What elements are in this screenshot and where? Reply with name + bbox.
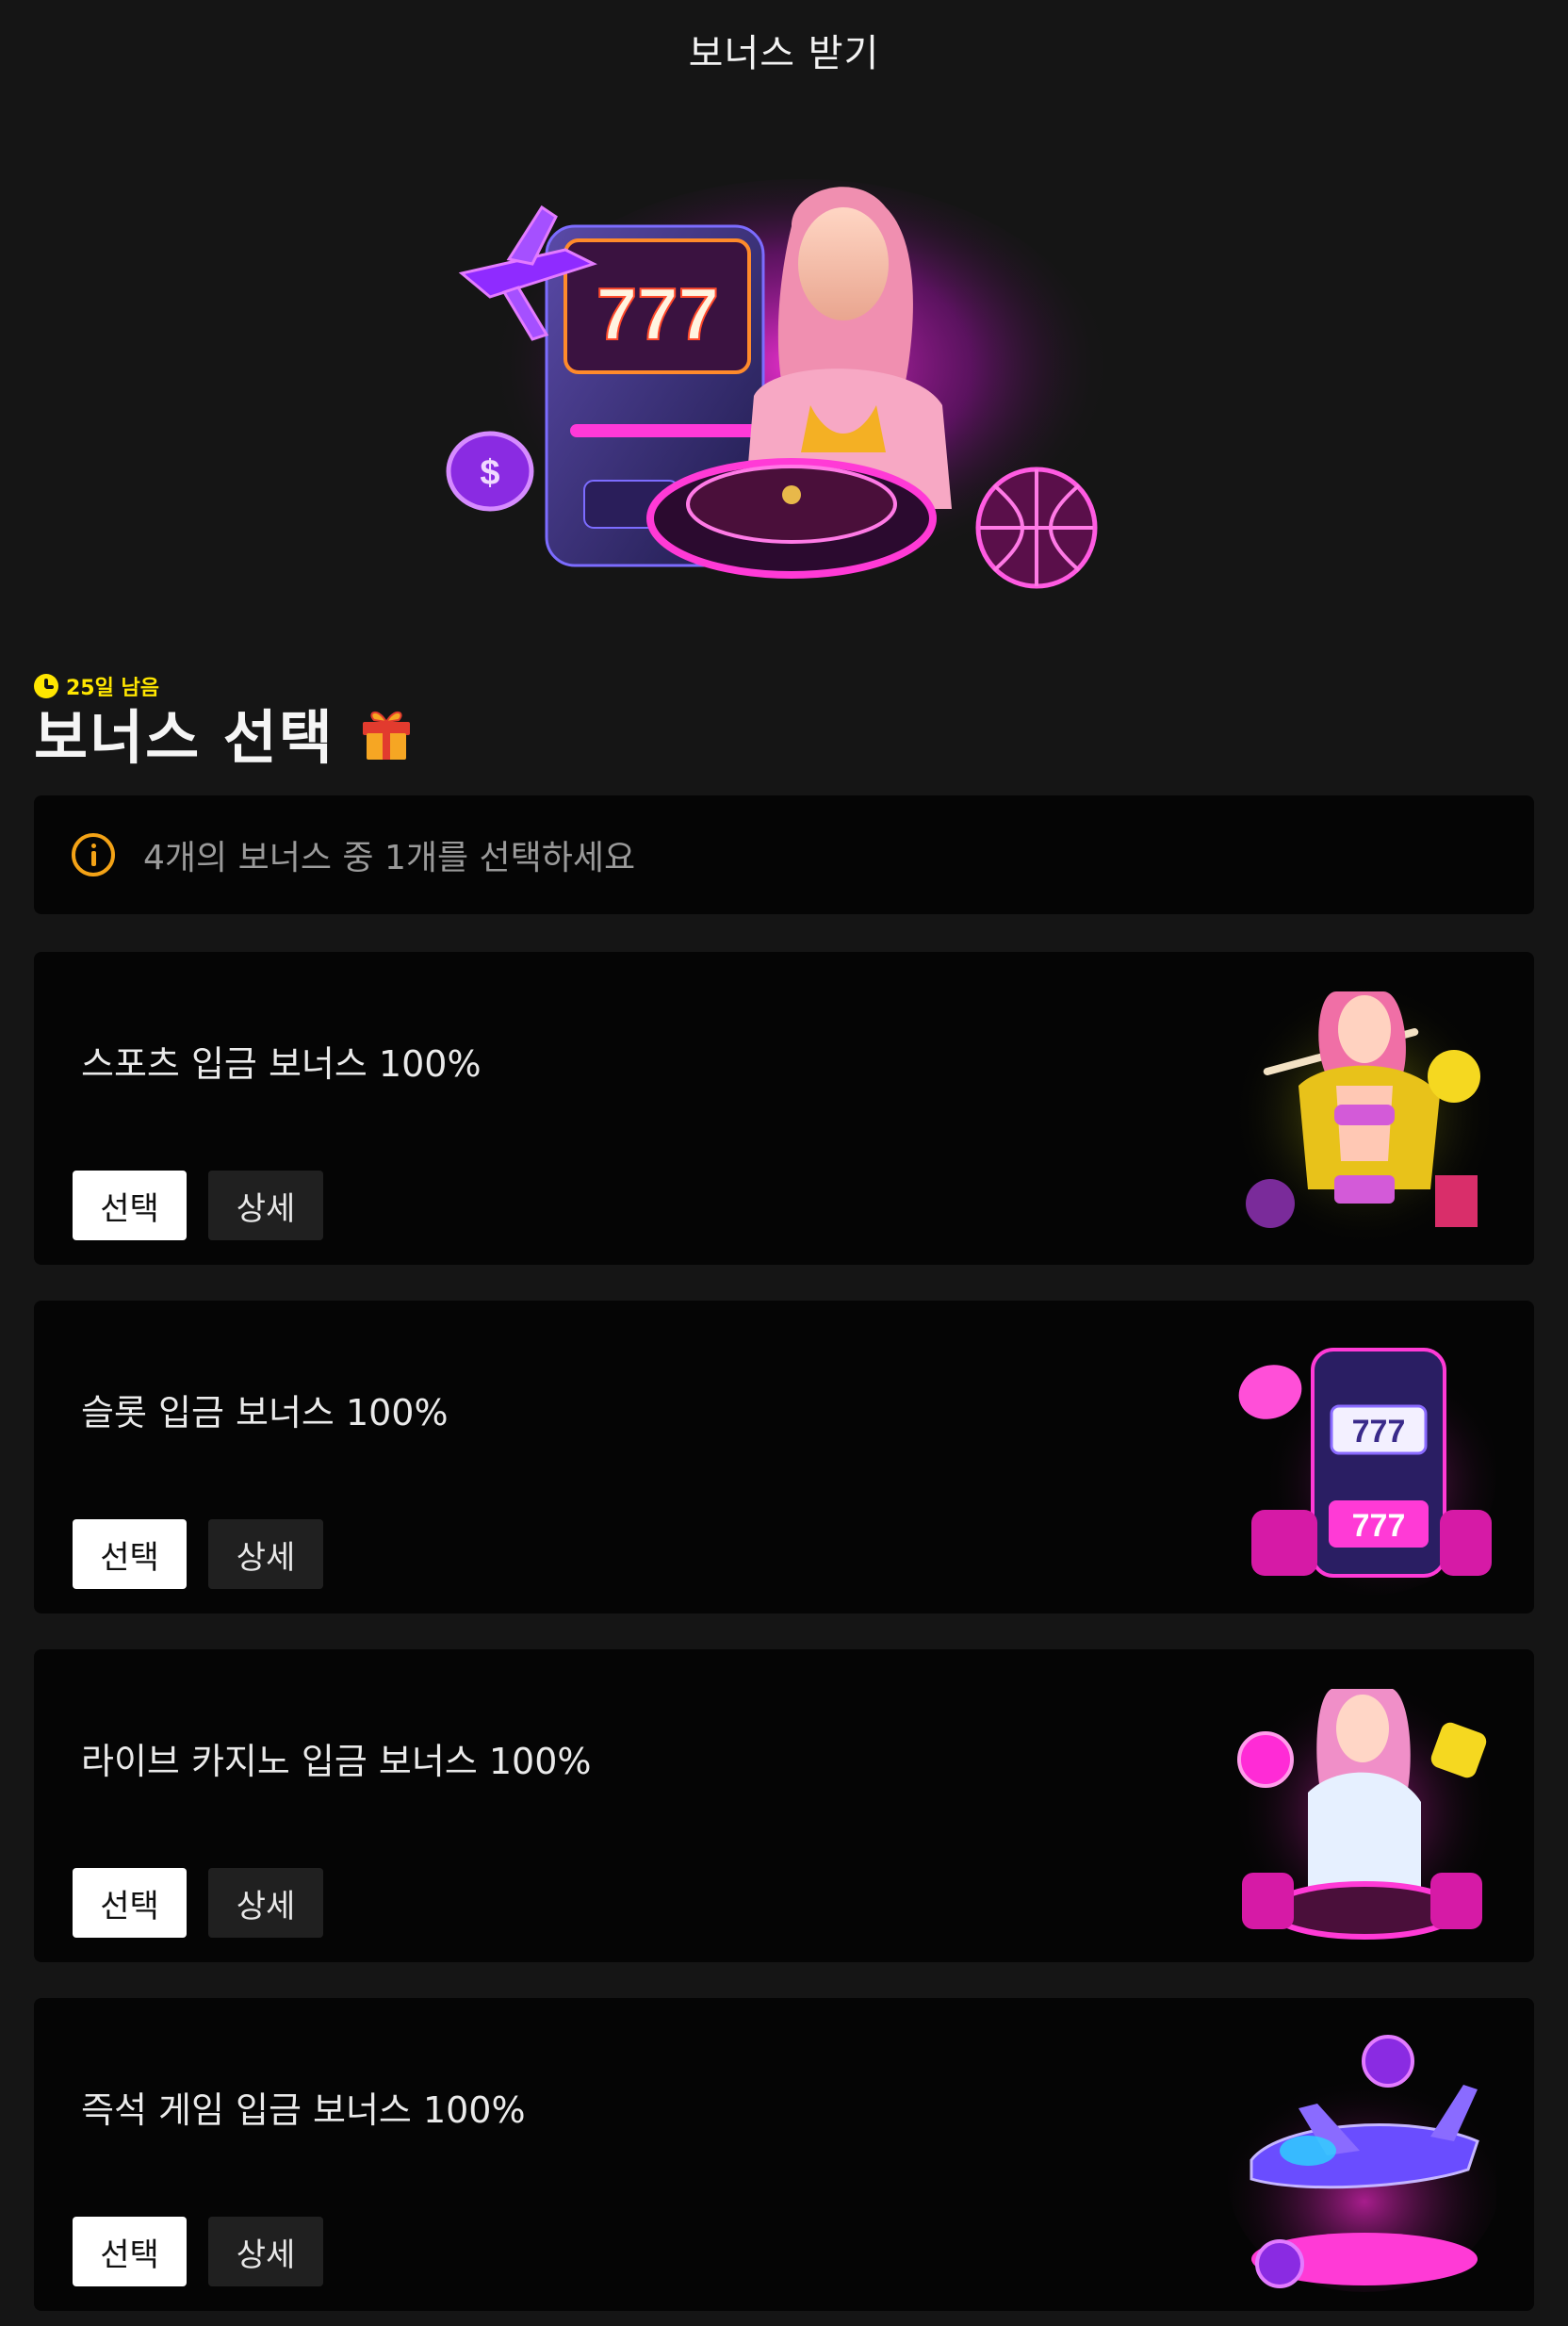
bonus-page: 보너스 받기 777 $ 25일 남음 보너스 선택 4개의 보너스 중 1개를… [0, 0, 1568, 2326]
live-casino-girl-illustration [1223, 1670, 1496, 1943]
bonus-card-live-casino: 라이브 카지노 입금 보너스 100% 선택 상세 [34, 1649, 1534, 1962]
instant-game-airplane-illustration [1223, 2019, 1501, 2292]
select-button[interactable]: 선택 [73, 1868, 187, 1938]
bonus-card-slots: 슬롯 입금 보너스 100% 선택 상세 777 777 [34, 1301, 1534, 1613]
bonus-title: 라이브 카지노 입금 보너스 100% [81, 1741, 592, 1782]
slot-digits-bottom: 777 [1352, 1508, 1406, 1544]
select-button[interactable]: 선택 [73, 1519, 187, 1589]
detail-button[interactable]: 상세 [208, 1868, 323, 1938]
page-title: 보너스 받기 [688, 32, 880, 75]
bonus-title: 스포츠 입금 보너스 100% [81, 1043, 482, 1085]
select-button[interactable]: 선택 [73, 1171, 187, 1240]
select-button[interactable]: 선택 [73, 2217, 187, 2286]
bonus-card-sports: 스포츠 입금 보너스 100% 선택 상세 [34, 952, 1534, 1265]
hero-art: 777 $ [446, 179, 1112, 594]
section-title: 보너스 선택 [34, 703, 335, 772]
hero-illustration: 777 $ [415, 170, 1131, 613]
gift-icon [359, 703, 414, 762]
bonus-card-instant-games: 즉석 게임 입금 보너스 100% 선택 상세 [34, 1998, 1534, 2311]
info-banner: 4개의 보너스 중 1개를 선택하세요 [34, 795, 1534, 914]
slot-machine-illustration: 777 777 [1223, 1321, 1496, 1595]
detail-button[interactable]: 상세 [208, 2217, 323, 2286]
svg-text:$: $ [480, 453, 499, 493]
bonus-title: 즉석 게임 입금 보너스 100% [81, 2089, 526, 2131]
bonus-title: 슬롯 입금 보너스 100% [81, 1392, 449, 1433]
info-text: 4개의 보너스 중 1개를 선택하세요 [143, 839, 636, 877]
detail-button[interactable]: 상세 [208, 1171, 323, 1240]
section-heading: 보너스 선택 [34, 690, 414, 775]
info-circle-icon [72, 833, 115, 876]
sports-girl-illustration [1223, 973, 1496, 1246]
slot-digits-top: 777 [1352, 1414, 1406, 1450]
detail-button[interactable]: 상세 [208, 1519, 323, 1589]
hero-slot-digits: 777 [596, 272, 719, 355]
